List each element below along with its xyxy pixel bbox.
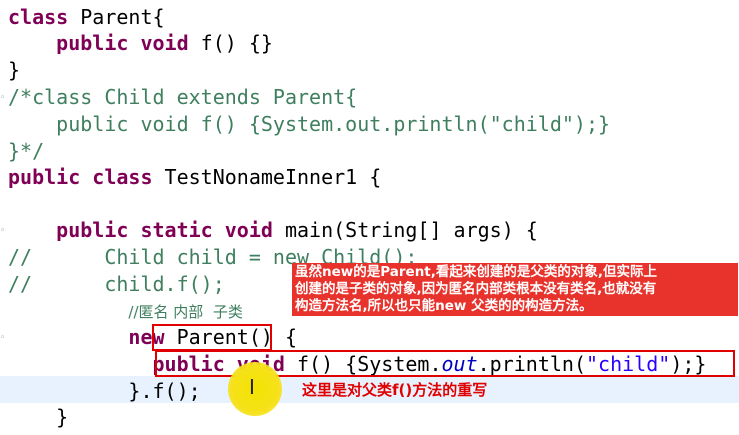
comment-text: }*/ — [8, 139, 45, 163]
keyword: public — [8, 165, 81, 189]
comment-text: /*class Child extends Parent{ — [8, 85, 358, 109]
code-line[interactable]: } — [8, 57, 20, 83]
code-editor[interactable]: ◦ ◦ ◦ class Parent{ public void f() {} }… — [0, 0, 739, 435]
code-line[interactable]: } — [8, 404, 68, 430]
code-text: } — [56, 405, 69, 429]
code-line[interactable]: //匿名 内部 子类 — [8, 297, 243, 323]
comment-text: public void f() {System.out.println("chi… — [8, 112, 611, 136]
code-line[interactable]: public class TestNonameInner1 { — [8, 164, 381, 190]
code-text: Parent{ — [68, 5, 165, 29]
fold-marker-icon[interactable]: ◦ — [0, 227, 7, 236]
code-line[interactable]: public void f() {System.out.println("chi… — [8, 111, 610, 137]
code-line[interactable]: // child.f(); — [8, 271, 225, 297]
keyword: class — [8, 5, 69, 29]
code-line[interactable]: }*/ — [8, 138, 44, 164]
parent-constructor-highlight — [152, 324, 272, 351]
keyword: void — [224, 218, 273, 242]
keyword: public — [56, 218, 129, 242]
fold-marker-icon[interactable]: ◦ — [0, 334, 7, 343]
annotation-callout: 虽然new的是Parent,看起来创建的是父类的对象,但实际上 创建的是子类的对… — [292, 263, 738, 316]
comment-text: //匿名 内部 子类 — [128, 303, 243, 321]
override-note: 这里是对父类f()方法的重写 — [302, 381, 488, 399]
code-text: main(String[] args) { — [272, 218, 538, 242]
code-text: f() {} — [188, 31, 273, 55]
text-cursor-icon: I — [249, 375, 255, 399]
comment-text: // child.f(); — [8, 272, 225, 296]
keyword: void — [140, 31, 189, 55]
keyword: public — [56, 31, 129, 55]
code-text: }.f(); — [128, 379, 201, 403]
code-text: TestNonameInner1 { — [152, 165, 382, 189]
code-line[interactable]: /*class Child extends Parent{ — [8, 84, 357, 110]
code-line[interactable]: }.f(); — [8, 378, 201, 404]
keyword: class — [92, 165, 153, 189]
code-text: } — [8, 58, 21, 82]
code-line[interactable]: public void f() {} — [8, 30, 273, 56]
mouse-highlight-icon — [228, 362, 282, 416]
code-line[interactable]: public static void main(String[] args) { — [8, 217, 538, 243]
fold-marker-icon[interactable]: ◦ — [0, 94, 7, 103]
keyword: static — [140, 218, 213, 242]
code-line[interactable]: class Parent{ — [8, 4, 165, 30]
